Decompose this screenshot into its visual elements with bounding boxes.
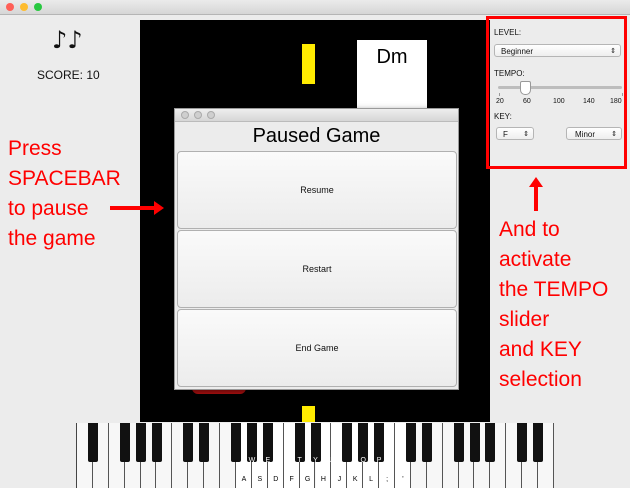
chord-card: Dm <box>357 40 427 112</box>
piano-black-key[interactable] <box>405 423 416 462</box>
tempo-tick-label: 100 <box>553 98 565 105</box>
key-shortcut-label: G <box>304 476 311 483</box>
chevron-updown-icon: ⇕ <box>610 48 616 55</box>
key-shortcut-label: ' <box>402 476 404 483</box>
restart-button[interactable]: Restart <box>177 230 457 308</box>
piano-black-key[interactable] <box>231 423 241 462</box>
key-label: KEY: <box>494 112 512 121</box>
falling-note-bar <box>302 44 315 84</box>
annotation-line: to pause <box>8 197 89 220</box>
key-shortcut-label: J <box>337 476 342 483</box>
close-window-button[interactable] <box>6 3 14 11</box>
piano-black-key[interactable] <box>135 423 146 462</box>
tempo-slider-track[interactable] <box>498 86 622 89</box>
dialog-zoom-button[interactable] <box>207 111 215 119</box>
falling-note-bar <box>302 406 315 422</box>
arrow-up-icon <box>534 186 538 211</box>
piano-black-key[interactable] <box>183 423 194 462</box>
dialog-titlebar <box>175 109 458 122</box>
piano-black-key[interactable] <box>485 423 496 462</box>
resume-button[interactable]: Resume <box>177 151 457 229</box>
dialog-close-button[interactable] <box>181 111 189 119</box>
chevron-updown-icon: ⇕ <box>611 131 617 138</box>
key-shortcut-label: H <box>320 476 326 483</box>
zoom-window-button[interactable] <box>34 3 42 11</box>
level-label: LEVEL: <box>494 28 522 37</box>
annotation-tempo-key: And to activate the TEMPO slider and KEY… <box>499 215 608 395</box>
minimize-window-button[interactable] <box>20 3 28 11</box>
key-shortcut-label: F <box>289 476 294 483</box>
key-shortcut-label: P <box>376 457 382 464</box>
chord-label: Dm <box>376 46 408 68</box>
key-shortcut-label: A <box>241 476 247 483</box>
tempo-tick-label: 60 <box>523 98 531 105</box>
piano-black-key[interactable] <box>87 423 98 462</box>
key-note-value: F <box>503 130 508 139</box>
piano-black-key[interactable] <box>421 423 432 462</box>
annotation-line: And to <box>499 218 560 241</box>
piano-black-key[interactable] <box>119 423 130 462</box>
key-shortcut-label: K <box>352 476 358 483</box>
key-shortcut-label: S <box>257 476 263 483</box>
annotation-line: the game <box>8 227 96 250</box>
key-shortcut-label: E <box>265 457 271 464</box>
level-value: Beginner <box>501 47 534 56</box>
key-note-select[interactable]: F ⇕ <box>496 127 534 140</box>
key-shortcut-label: O <box>360 457 366 464</box>
key-shortcut-label: U <box>328 457 334 464</box>
tempo-tick-label: 20 <box>496 98 504 105</box>
key-shortcut-label: D <box>273 476 279 483</box>
end-game-button[interactable]: End Game <box>177 309 457 387</box>
tempo-tick-label: 180 <box>610 98 622 105</box>
piano-black-key[interactable] <box>199 423 210 462</box>
key-shortcut-label: ; <box>386 476 389 483</box>
annotation-line: the TEMPO <box>499 278 609 301</box>
tempo-label: TEMPO: <box>494 69 525 78</box>
chevron-updown-icon: ⇕ <box>523 131 529 138</box>
level-select[interactable]: Beginner ⇕ <box>494 44 621 57</box>
annotation-line: selection <box>499 368 582 391</box>
annotation-pause: Press SPACEBAR to pause the game <box>8 134 121 254</box>
annotation-line: activate <box>499 248 572 271</box>
piano-black-key[interactable] <box>469 423 480 462</box>
piano-black-key[interactable] <box>517 423 528 462</box>
key-shortcut-label: L <box>369 476 374 483</box>
key-mode-select[interactable]: Minor ⇕ <box>566 127 622 140</box>
piano-black-key[interactable] <box>533 423 544 462</box>
key-shortcut-label: Y <box>313 457 318 464</box>
music-notes-icon: ♪♪ <box>52 26 83 54</box>
key-shortcut-label: W <box>248 457 256 464</box>
window-titlebar <box>0 0 630 15</box>
dialog-minimize-button[interactable] <box>194 111 202 119</box>
arrow-right-icon <box>110 206 156 210</box>
pause-dialog: Paused Game Resume Restart End Game <box>174 108 459 390</box>
tempo-tick-marks <box>499 93 623 96</box>
annotation-line: Press <box>8 137 62 160</box>
arrow-right-head <box>154 201 164 215</box>
score-label: SCORE: 10 <box>37 68 100 82</box>
tempo-tick-label: 140 <box>583 98 595 105</box>
annotation-line: and KEY <box>499 338 582 361</box>
piano-keyboard: W E T Y U O P A S D F G H J K L; ' <box>76 423 554 488</box>
piano-black-key[interactable] <box>453 423 464 462</box>
key-mode-value: Minor <box>575 130 596 139</box>
key-shortcut-label: T <box>297 457 302 464</box>
annotation-line: SPACEBAR <box>8 167 121 190</box>
piano-black-key[interactable] <box>151 423 162 462</box>
annotation-line: slider <box>499 308 550 331</box>
dialog-title: Paused Game <box>252 125 381 147</box>
piano-black-key[interactable] <box>342 423 353 462</box>
